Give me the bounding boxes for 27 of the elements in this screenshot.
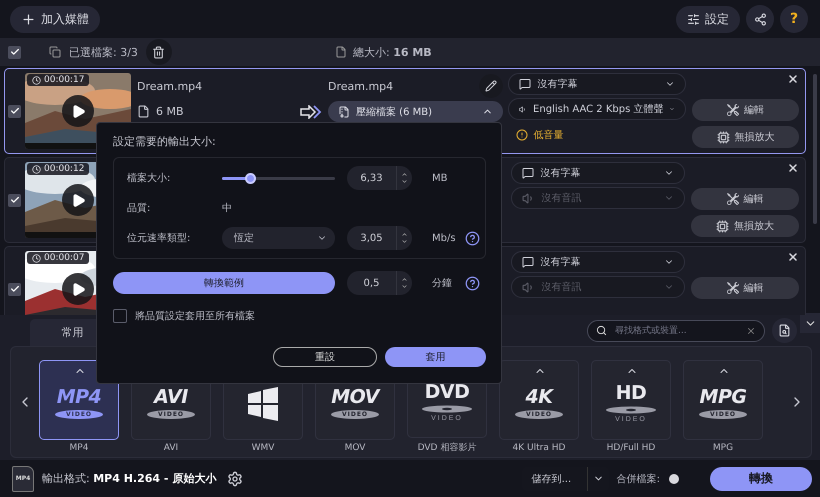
- total-size: 總大小: 16 MB: [353, 44, 432, 60]
- quality-value: 中: [222, 202, 233, 215]
- output-file-name: Dream.mp4: [328, 80, 394, 92]
- unit-label: MB: [431, 172, 448, 184]
- format-label: MP4: [70, 442, 88, 452]
- format-label: DVD 相容影片: [418, 442, 476, 454]
- output-format: 輸出格式: MP4 H.264 - 原始大小: [42, 471, 216, 486]
- duration-badge: 00:00:17: [27, 74, 90, 86]
- duration-badge: 00:00:12: [27, 163, 90, 175]
- format-label: MPG: [712, 442, 734, 452]
- source-file-name: Dream.mp4: [137, 80, 204, 92]
- merge-label: 合併檔案:: [616, 472, 660, 486]
- format-label: 4K Ultra HD: [512, 442, 566, 452]
- bitrate-type-label: 位元速率類型:: [127, 232, 192, 245]
- low-volume-warning: 低音量: [508, 123, 686, 142]
- format-label: MOV: [344, 442, 366, 452]
- file-size-label: 檔案大小:: [127, 172, 172, 185]
- format-label: HD/Full HD: [606, 442, 656, 452]
- unit-label: Mb/s: [431, 232, 457, 244]
- quality-label: 品質:: [127, 202, 152, 215]
- duration-badge: 00:00:07: [27, 252, 90, 264]
- format-label: AVI: [164, 442, 178, 452]
- selected-count: 已選檔案: 3/3: [69, 44, 138, 60]
- source-file-size: 6 MB: [137, 105, 300, 118]
- unit-label: 分鐘: [431, 277, 453, 290]
- format-label: WMV: [252, 442, 274, 452]
- popup-title: 設定需要的輸出大小:: [113, 134, 217, 150]
